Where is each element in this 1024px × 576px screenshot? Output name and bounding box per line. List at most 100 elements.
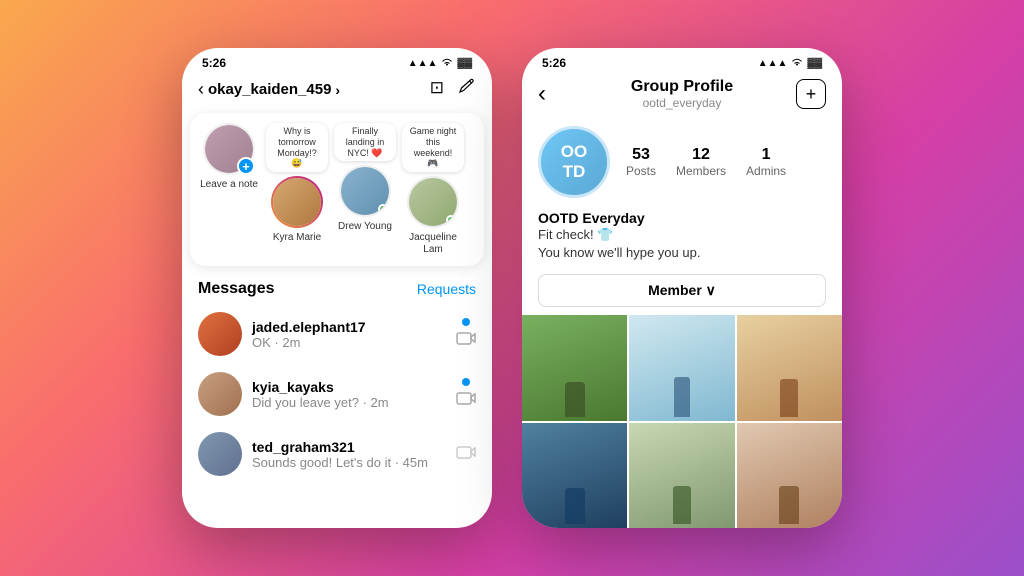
drew-online-dot [378, 204, 388, 214]
nav-subtitle-right: ootd_everyday [631, 96, 733, 110]
plus-icon: + [806, 84, 817, 105]
wifi-icon [441, 56, 453, 70]
back-arrow[interactable]: ‹ [198, 79, 204, 100]
msg-right-2 [456, 378, 476, 411]
add-note-item[interactable]: + Leave a note [198, 123, 260, 191]
msg-right-3 [456, 444, 476, 465]
group-name: OOTD Everyday [538, 210, 826, 226]
msg-content-2: kyia_kayaks Did you leave yet? · 2m [252, 379, 446, 410]
requests-link[interactable]: Requests [417, 281, 476, 297]
battery-icon-right: ▓▓ [807, 58, 822, 69]
signal-icon-right: ▲▲▲ [758, 58, 788, 69]
kyra-note: Why is tomorrow Monday!? 😅 [266, 123, 328, 172]
messages-header: Messages Requests [182, 270, 492, 304]
photo-3[interactable] [737, 315, 842, 420]
nav-title-left[interactable]: ‹ okay_kaiden_459 › [198, 79, 340, 100]
time-right: 5:26 [542, 56, 566, 70]
group-stats: 53 Posts 12 Members 1 Admins [626, 146, 786, 178]
photo-2[interactable] [629, 315, 734, 420]
username-title[interactable]: okay_kaiden_459 [208, 81, 331, 98]
posts-count: 53 [632, 146, 650, 164]
avatar-text-line1: OO [561, 142, 587, 162]
unread-dot-2 [462, 378, 470, 386]
msg-avatar-3 [198, 432, 242, 476]
unread-dot-1 [462, 318, 470, 326]
jacqueline-note: Game night this weekend! 🎮 [402, 123, 464, 172]
group-avatar: OO TD [538, 126, 610, 198]
stat-admins: 1 Admins [746, 146, 786, 178]
msg-content-1: jaded.elephant17 OK · 2m [252, 319, 446, 350]
msg-username-2: kyia_kayaks [252, 379, 446, 395]
admins-count: 1 [762, 146, 771, 164]
drew-avatar[interactable] [339, 165, 391, 217]
message-item-1[interactable]: jaded.elephant17 OK · 2m [182, 304, 492, 364]
story-jacqueline[interactable]: Game night this weekend! 🎮 Jacqueline La… [402, 123, 464, 256]
group-info: OOTD Everyday Fit check! 👕 You know we'l… [522, 206, 842, 270]
chevron-icon: › [335, 82, 340, 98]
member-label: Member ∨ [648, 282, 716, 299]
status-icons-right: ▲▲▲ ▓▓ [758, 56, 822, 70]
kyra-name: Kyra Marie [273, 232, 321, 244]
msg-avatar-2 [198, 372, 242, 416]
group-profile-title: Group Profile ootd_everyday [631, 78, 733, 110]
members-count: 12 [692, 146, 710, 164]
photo-grid [522, 315, 842, 528]
msg-username-1: jaded.elephant17 [252, 319, 446, 335]
status-bar-left: 5:26 ▲▲▲ ▓▓ [182, 48, 492, 74]
msg-right-1 [456, 318, 476, 351]
messages-title: Messages [198, 280, 275, 298]
add-note-label: Leave a note [200, 179, 258, 191]
group-bio: Fit check! 👕 You know we'll hype you up. [538, 226, 826, 262]
msg-preview-3: Sounds good! Let's do it · 45m [252, 455, 446, 470]
msg-preview-2: Did you leave yet? · 2m [252, 395, 446, 410]
admins-label: Admins [746, 164, 786, 178]
message-item-2[interactable]: kyia_kayaks Did you leave yet? · 2m [182, 364, 492, 424]
group-profile-header: OO TD 53 Posts 12 Members 1 Admins [522, 118, 842, 206]
wifi-icon-right [791, 56, 803, 70]
video-icon[interactable]: ⊡ [430, 78, 444, 101]
status-bar-right: 5:26 ▲▲▲ ▓▓ [522, 48, 842, 74]
left-phone: 5:26 ▲▲▲ ▓▓ ‹ okay_kaiden_459 › ⊡ [182, 48, 492, 528]
msg-content-3: ted_graham321 Sounds good! Let's do it ·… [252, 439, 446, 470]
jacqueline-online-dot [446, 215, 456, 225]
drew-note: Finally landing in NYC! ❤️ [334, 123, 396, 161]
msg-preview-1: OK · 2m [252, 335, 446, 350]
message-item-3[interactable]: ted_graham321 Sounds good! Let's do it ·… [182, 424, 492, 484]
story-kyra[interactable]: Why is tomorrow Monday!? 😅 Kyra Marie [266, 123, 328, 244]
stories-row: + Leave a note Why is tomorrow Monday!? … [190, 113, 484, 266]
bio-line2: You know we'll hype you up. [538, 245, 700, 260]
photo-4[interactable] [522, 423, 627, 528]
add-note-avatar[interactable]: + [203, 123, 255, 175]
stat-posts: 53 Posts [626, 146, 656, 178]
members-label: Members [676, 164, 726, 178]
camera-icon-2[interactable] [456, 390, 476, 411]
back-arrow-right[interactable]: ‹ [538, 80, 568, 108]
msg-avatar-1 [198, 312, 242, 356]
camera-icon-3[interactable] [456, 444, 476, 465]
compose-icon[interactable] [458, 78, 476, 101]
photo-1[interactable] [522, 315, 627, 420]
photo-6[interactable] [737, 423, 842, 528]
posts-label: Posts [626, 164, 656, 178]
member-button[interactable]: Member ∨ [538, 274, 826, 307]
camera-icon-1[interactable] [456, 330, 476, 351]
bio-line1: Fit check! 👕 [538, 227, 613, 242]
stat-members: 12 Members [676, 146, 726, 178]
right-phone: 5:26 ▲▲▲ ▓▓ ‹ Group Profile ootd_everyda… [522, 48, 842, 528]
battery-icon: ▓▓ [457, 58, 472, 69]
status-icons-left: ▲▲▲ ▓▓ [408, 56, 472, 70]
add-group-button[interactable]: + [796, 79, 826, 109]
msg-username-3: ted_graham321 [252, 439, 446, 455]
signal-icon: ▲▲▲ [408, 58, 438, 69]
photo-5[interactable] [629, 423, 734, 528]
jacqueline-avatar[interactable] [407, 176, 459, 228]
nav-title-right: Group Profile [631, 78, 733, 96]
nav-icons: ⊡ [430, 78, 476, 101]
story-drew[interactable]: Finally landing in NYC! ❤️ Drew Young [334, 123, 396, 233]
avatar-text-line2: TD [561, 162, 587, 182]
time-left: 5:26 [202, 56, 226, 70]
right-nav: ‹ Group Profile ootd_everyday + [522, 74, 842, 118]
kyra-avatar[interactable] [271, 176, 323, 228]
drew-name: Drew Young [338, 221, 392, 233]
left-nav: ‹ okay_kaiden_459 › ⊡ [182, 74, 492, 109]
